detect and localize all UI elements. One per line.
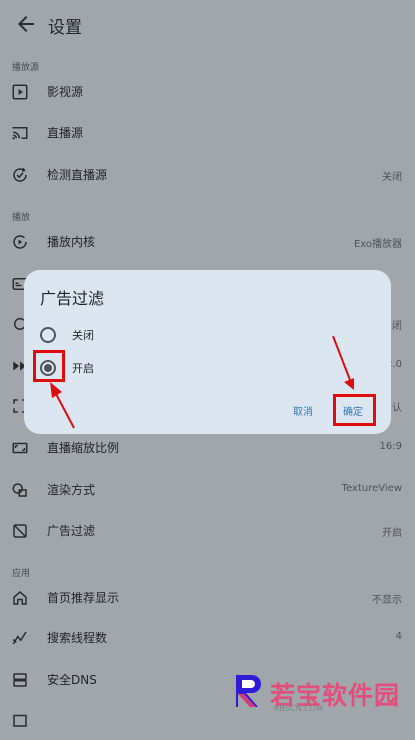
cancel-button[interactable]: 取消 — [293, 403, 313, 418]
settings-row-value: 4 — [395, 631, 402, 642]
settings-row-ad-filter[interactable]: 广告过滤 开启 — [0, 511, 415, 551]
play-box-icon — [12, 84, 28, 100]
radio-button-off[interactable] — [40, 327, 56, 343]
settings-row-label: 影视源 — [47, 85, 84, 99]
settings-row-label: 安全DNS — [47, 673, 97, 687]
watermark-logo-icon — [236, 675, 261, 707]
option-off[interactable]: 关闭 — [24, 319, 391, 351]
settings-row-label: 直播源 — [47, 126, 84, 140]
settings-row-video-source[interactable]: 影视源 — [0, 72, 415, 112]
option-label: 关闭 — [72, 329, 94, 342]
aspect-ratio-icon — [12, 442, 28, 454]
server-icon — [13, 673, 27, 687]
settings-row-label: 播放内核 — [47, 235, 96, 249]
chart-icon — [12, 631, 27, 645]
clear-icon — [13, 714, 27, 727]
settings-row-player-core[interactable]: 播放内核 Exo播放器 — [0, 222, 415, 262]
settings-row-value: 16:9 — [379, 441, 402, 452]
settings-row-label: 搜索线程数 — [47, 631, 108, 645]
option-on[interactable]: 开启 — [24, 352, 391, 384]
home-icon — [13, 591, 27, 605]
dialog-title: 广告过滤 — [40, 289, 105, 308]
settings-row-render-mode[interactable]: 渲染方式 TextureView — [0, 470, 415, 510]
settings-row-value: 认 — [392, 403, 402, 414]
settings-row-label: 直播缩放比例 — [47, 441, 120, 455]
highlight-box-radio — [33, 350, 65, 382]
settings-row-value: 闭 — [392, 321, 402, 332]
option-label: 开启 — [72, 362, 94, 375]
layers-icon — [12, 483, 27, 497]
settings-row-label: 检测直播源 — [47, 168, 108, 182]
settings-row-live-scale[interactable]: 直播缩放比例 16:9 — [0, 428, 415, 468]
settings-row-value: Exo播放器 — [353, 239, 402, 250]
back-arrow-icon[interactable] — [14, 12, 38, 36]
settings-row-search-threads[interactable]: 搜索线程数 4 — [0, 618, 415, 658]
settings-row-detect-live-source[interactable]: 检测直播源 关闭 — [0, 155, 415, 195]
watermark-subtext: RBSCN.COM — [274, 704, 323, 713]
settings-row-live-source[interactable]: 直播源 — [0, 113, 415, 153]
settings-row-value: 开启 — [382, 528, 402, 539]
settings-row-label: 首页推荐显示 — [47, 591, 120, 605]
play-circle-icon — [13, 235, 27, 249]
app-bar: 设置 — [0, 0, 415, 48]
settings-row-value: 不显示 — [372, 595, 402, 606]
page-title: 设置 — [48, 18, 82, 38]
settings-row-label: 渲染方式 — [47, 483, 96, 497]
cast-icon — [12, 127, 28, 140]
settings-row-value: TextureView — [341, 483, 402, 494]
highlight-box-confirm — [333, 394, 376, 426]
check-refresh-icon — [13, 167, 27, 182]
block-icon — [13, 524, 27, 538]
settings-row-value: 关闭 — [382, 172, 402, 183]
settings-row-home-recommend[interactable]: 首页推荐显示 不显示 — [0, 578, 415, 618]
settings-row-label: 广告过滤 — [47, 524, 96, 538]
